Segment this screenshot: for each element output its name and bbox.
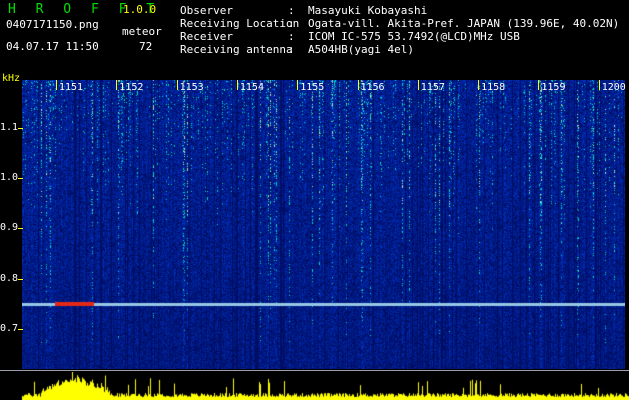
info-label: Receiving Location xyxy=(180,17,300,30)
x-tick-label: 1158 xyxy=(481,82,506,93)
x-tick-mark xyxy=(116,80,118,90)
y-tick-mark xyxy=(18,328,23,330)
meteor-label: meteor xyxy=(122,25,162,38)
info-value: A504HB(yagi 4el) xyxy=(308,43,414,56)
y-tick-label: 0.7 xyxy=(0,322,19,334)
info-location: Receiving Location: Ogata-vill. Akita-Pre… xyxy=(180,17,619,30)
y-tick-label: 1.0 xyxy=(0,172,19,184)
station-info: Observer: Masayuki Kobayashi Receiving Lo… xyxy=(180,4,619,56)
y-tick-mark xyxy=(18,228,23,230)
y-tick-label: 0.8 xyxy=(0,272,19,284)
x-tick-mark xyxy=(236,80,238,90)
capture-datetime: 04.07.17 11:50 xyxy=(6,40,99,53)
y-tick-label: 1.1 xyxy=(0,122,19,133)
x-tick-label: 1159 xyxy=(541,82,566,93)
x-tick-mark xyxy=(176,80,178,90)
x-tick-label: 1152 xyxy=(119,82,144,93)
x-tick-label: 1151 xyxy=(59,82,84,93)
x-tick-label: 1153 xyxy=(179,82,204,93)
info-separator: : xyxy=(288,4,295,17)
x-tick-mark xyxy=(478,80,480,90)
x-tick-label: 1157 xyxy=(420,82,445,93)
x-tick-mark xyxy=(357,80,359,90)
spectrogram xyxy=(22,80,625,369)
info-value: Ogata-vill. Akita-Pref. JAPAN (139.96E, … xyxy=(308,17,620,30)
y-axis-unit: kHz xyxy=(2,73,21,84)
info-label: Observer xyxy=(180,4,233,17)
info-label: Receiver xyxy=(180,30,233,43)
info-value: ICOM IC-575 53.7492(@LCD)MHz USB xyxy=(308,30,520,43)
x-tick-mark xyxy=(297,80,299,90)
y-tick-mark xyxy=(18,278,23,280)
separator-line xyxy=(0,370,629,371)
info-observer: Observer: Masayuki Kobayashi xyxy=(180,4,619,17)
info-separator: : xyxy=(288,17,295,30)
meteor-count: 72 xyxy=(139,40,153,53)
x-tick-label: 1154 xyxy=(239,82,264,93)
y-tick-mark xyxy=(18,178,23,180)
info-separator: : xyxy=(288,30,295,43)
y-tick-mark xyxy=(18,128,23,129)
x-tick-label: 1156 xyxy=(360,82,385,93)
x-tick-mark xyxy=(598,80,600,90)
info-value: Masayuki Kobayashi xyxy=(308,4,428,17)
app-version: 1.0.0 xyxy=(123,3,157,16)
x-tick-mark xyxy=(538,80,540,90)
info-label: Receiving antenna xyxy=(180,43,293,56)
x-tick-mark xyxy=(417,80,419,90)
hrofft-window: H R O F F T 1.0.0 0407171150.png meteor … xyxy=(0,0,629,400)
meteor-activity-graph xyxy=(0,372,629,400)
y-tick-label: 0.9 xyxy=(0,222,19,234)
info-separator: : xyxy=(288,43,295,56)
info-antenna: Receiving antenna: A504HB(yagi 4el) xyxy=(180,43,619,56)
file-name: 0407171150.png xyxy=(6,18,99,31)
x-tick-label: 1155 xyxy=(300,82,325,93)
x-tick-mark xyxy=(56,80,57,90)
info-receiver: Receiver: ICOM IC-575 53.7492(@LCD)MHz US… xyxy=(180,30,619,43)
x-tick-label: 1200 xyxy=(601,82,626,93)
